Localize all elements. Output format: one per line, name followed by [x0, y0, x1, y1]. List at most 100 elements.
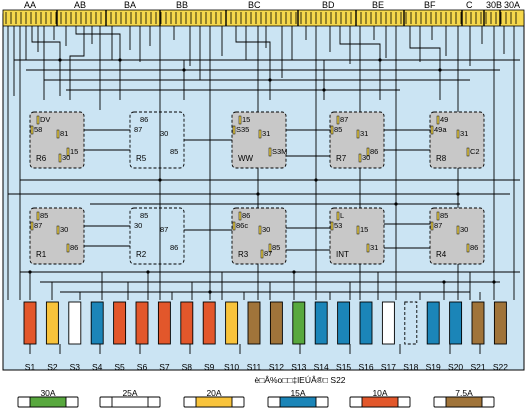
relay-pin-label: 86: [140, 115, 148, 124]
relay-pin: [436, 211, 440, 221]
connector-label: AA: [24, 0, 37, 10]
fuse-s19: [426, 301, 440, 345]
relay-pin-label: 86c: [236, 221, 248, 230]
fuse-body: [157, 301, 171, 345]
fuse-body: [113, 301, 127, 345]
relay-pin: [430, 221, 434, 231]
fuse-body: [90, 301, 104, 345]
relay-pin: [456, 225, 460, 235]
fuse-label: S9: [203, 362, 215, 372]
relay-pin: [56, 129, 60, 139]
legend-caption: è□Â%o□□‡lEÚÂ®□ S22: [254, 375, 346, 385]
relay-pin: [30, 125, 34, 135]
relay-pin-label: 86: [70, 243, 78, 252]
relay-pin-label: L: [340, 211, 344, 220]
legend-label: 20A: [206, 388, 222, 398]
relay-pin: [260, 249, 264, 259]
relay-pin-label: C2: [470, 147, 480, 156]
relay-pin: [232, 221, 236, 231]
fuse-body: [68, 301, 82, 345]
relay-r8: 4949a 31C2 R8: [429, 111, 485, 169]
connector-label: BE: [372, 0, 385, 10]
fuse-s21: [471, 301, 485, 345]
relay-pin-label: 87: [160, 225, 168, 234]
relay-pin-label: 15: [360, 225, 368, 234]
relay-pin: [58, 153, 62, 163]
fuse-label: S19: [425, 362, 441, 372]
fuse-s22: [493, 301, 507, 345]
fuse-body: [426, 301, 440, 345]
fuse-body: [493, 301, 507, 345]
fuse-label: S14: [313, 362, 329, 372]
relay-pin: [238, 115, 242, 125]
connector-label: BD: [322, 0, 335, 10]
fuse-label: S22: [492, 362, 508, 372]
fuse-label: S6: [136, 362, 148, 372]
fuse-body: [135, 301, 149, 345]
relay-pin: [466, 147, 470, 157]
relay-pin-label: 15: [70, 147, 78, 156]
fuse-s15: [337, 301, 351, 345]
fuse-body: [292, 301, 306, 345]
fuse-body: [337, 301, 351, 345]
relay-r4: 8587 3086 R4: [429, 207, 485, 265]
relay-pin-label: 85: [440, 211, 448, 220]
fuse-body: [381, 301, 395, 345]
relay-pin-label: 30: [60, 225, 68, 234]
fuse-body: [269, 301, 283, 345]
connector-label: C: [466, 0, 473, 10]
fuse-s2: [45, 301, 59, 345]
relay-int: L53 1531 INT: [329, 207, 385, 265]
relay-pin: [232, 125, 236, 135]
relay-name: WW: [238, 154, 254, 163]
relay-name: R6: [36, 154, 47, 163]
relay-pin-label: S3M: [272, 147, 287, 156]
fuse-body: [314, 301, 328, 345]
relay-pin-label: 86: [470, 243, 478, 252]
legend-label: 10A: [372, 388, 388, 398]
fuse-label: S7: [159, 362, 170, 372]
legend-label: 15A: [290, 388, 306, 398]
relay-pin: [456, 129, 460, 139]
relay-name: R2: [136, 250, 147, 259]
relay-pin-label: 53: [334, 221, 342, 230]
relay-name: R4: [436, 250, 447, 259]
relay-pin-label: S35: [236, 125, 249, 134]
fuse-label: S2: [47, 362, 58, 372]
relay-pin: [56, 225, 60, 235]
fuse-label: S8: [181, 362, 192, 372]
relay-pin-label: 31: [360, 129, 368, 138]
fuse-s17: [381, 301, 395, 345]
fuse-label: S15: [336, 362, 352, 372]
fuse-label: S18: [403, 362, 419, 372]
relay-name: R1: [36, 250, 47, 259]
relay-pin-label: 86: [170, 243, 178, 252]
fuse-s10: [225, 301, 239, 345]
fuse-body: [202, 301, 216, 345]
relay-pin-label: 87: [264, 249, 272, 258]
fuse-label: S17: [380, 362, 396, 372]
relay-pin-label: 86: [242, 211, 250, 220]
relay-pin-label: 49: [440, 115, 448, 124]
fuse-body: [180, 301, 194, 345]
legend-swatch: [29, 396, 67, 408]
legend-swatch: [279, 396, 317, 408]
relay-pin-label: 30: [134, 221, 142, 230]
legend-swatch: [195, 396, 233, 408]
relay-pin-label: 30: [160, 129, 168, 138]
legend-fuse: [433, 396, 495, 408]
relay-name: R7: [336, 154, 347, 163]
relay-pin: [36, 211, 40, 221]
legend-swatch: [111, 396, 149, 408]
fuse-s11: [247, 301, 261, 345]
relay-pin-label: DV: [40, 115, 50, 124]
relay-pin-label: 87: [34, 221, 42, 230]
fuse-body: [45, 301, 59, 345]
relay-pin: [436, 115, 440, 125]
fuse-s16: [359, 301, 373, 345]
relay-r6: DV58 811530 R6: [29, 111, 85, 169]
fuse-label: S5: [114, 362, 125, 372]
fuse-label: S1: [24, 362, 36, 372]
connector-label: BF: [424, 0, 436, 10]
legend-swatch: [445, 396, 483, 408]
